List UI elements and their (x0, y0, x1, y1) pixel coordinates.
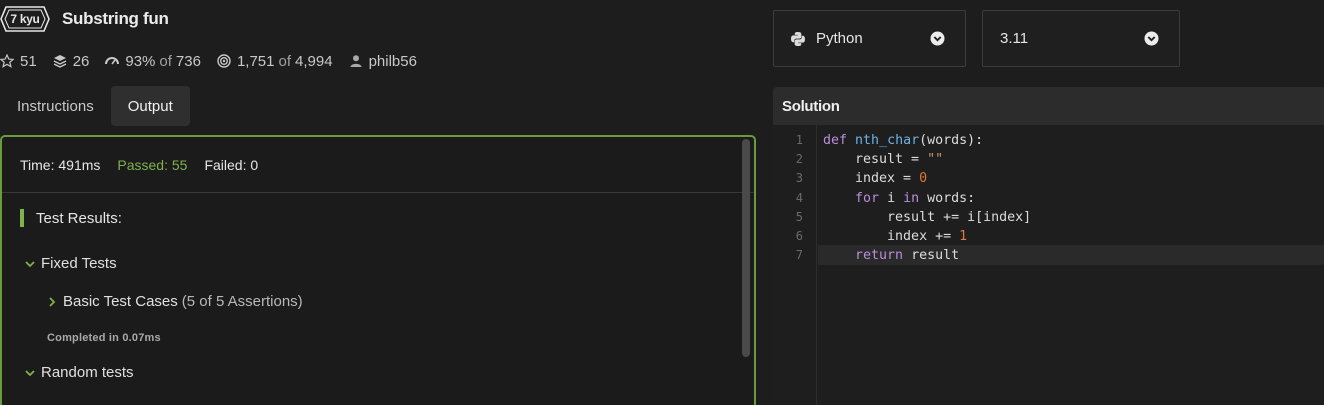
user-icon (349, 54, 363, 68)
layers-icon (53, 54, 67, 68)
python-icon (790, 31, 806, 47)
rank-label: 7 kyu (10, 12, 40, 26)
basic-test-cases-group[interactable]: Basic Test Cases (5 of 5 Assertions) (46, 293, 303, 310)
author-link[interactable]: philb56 (349, 53, 417, 70)
code-line[interactable]: def nth_char(words): (823, 131, 983, 150)
solution-panel: Python 3.11 Solution 1 2 3 4 5 6 7 def n… (771, 0, 1324, 405)
failed-count: Failed: 0 (204, 156, 259, 173)
chevron-circle-down-icon (1144, 31, 1159, 46)
author-name: philb56 (368, 52, 417, 70)
kata-tabs: Instructions Output (0, 86, 190, 126)
collections-count: 26 (72, 52, 90, 70)
chevron-down-icon (24, 258, 36, 270)
output-summary: Time: 491ms Passed: 55 Failed: 0 (2, 137, 754, 193)
random-tests-group[interactable]: Random tests (24, 364, 134, 381)
kata-stats: 51 26 93% of 736 1,751 of 4,994 philb56 (0, 51, 433, 71)
line-number: 2 (795, 152, 803, 166)
code-line[interactable]: result += i[index] (823, 208, 1031, 227)
completed-count: 1,751 (236, 52, 275, 70)
line-number-gutter: 1 2 3 4 5 6 7 (773, 125, 817, 405)
satisfaction-votes: 736 (175, 52, 201, 70)
satisfaction-of-label: of (159, 52, 172, 70)
output-panel: Time: 491ms Passed: 55 Failed: 0 Test Re… (0, 135, 756, 405)
target-icon (217, 54, 231, 68)
code-line[interactable]: return result (823, 246, 959, 265)
line-number: 4 (795, 191, 803, 205)
solution-header: Solution (773, 87, 1324, 125)
line-number: 7 (795, 248, 803, 262)
satisfaction-icon (105, 54, 120, 68)
basic-test-cases-label: Basic Test Cases (63, 293, 178, 310)
satisfaction-rate: 93% (125, 52, 156, 70)
completed-of-label: of (278, 52, 292, 70)
completions-stat: 1,751 of 4,994 (217, 53, 333, 70)
code-line[interactable]: for i in words: (823, 189, 975, 208)
run-time: Time: 491ms (20, 156, 101, 173)
kata-header: 7 kyu Substring fun (0, 6, 169, 32)
code-line[interactable]: index += 1 (823, 227, 967, 246)
tab-output[interactable]: Output (110, 86, 190, 126)
version-select[interactable]: 3.11 (982, 10, 1180, 67)
line-number: 6 (795, 229, 803, 243)
code-line[interactable]: result = "" (823, 150, 943, 169)
completed-time: Completed in 0.07ms (47, 332, 161, 344)
output-scrollbar[interactable] (742, 139, 750, 357)
stars-count: 51 (20, 52, 37, 70)
version-value: 3.11 (1000, 30, 1029, 47)
fixed-tests-group[interactable]: Fixed Tests (24, 255, 117, 272)
chevron-right-icon (46, 296, 58, 308)
collections-stat[interactable]: 26 (53, 52, 90, 70)
random-tests-label: Random tests (41, 364, 134, 381)
chevron-circle-down-icon (930, 31, 945, 46)
attempts-count: 4,994 (295, 52, 333, 70)
assertions-count: (5 of 5 Assertions) (181, 293, 303, 310)
code-line[interactable]: index = 0 (823, 169, 927, 188)
satisfaction-stat: 93% of 736 (105, 53, 201, 70)
language-value: Python (816, 30, 863, 47)
line-number: 3 (795, 171, 803, 185)
chevron-down-icon (24, 367, 36, 379)
fixed-tests-label: Fixed Tests (41, 255, 117, 272)
test-results-heading: Test Results: (20, 209, 122, 227)
rank-badge: 7 kyu (0, 6, 50, 32)
test-results-title: Test Results: (36, 209, 122, 227)
stars-stat[interactable]: 51 (0, 53, 37, 70)
kata-title: Substring fun (62, 9, 169, 28)
language-select[interactable]: Python (773, 10, 966, 67)
star-icon (0, 54, 14, 68)
solution-title: Solution (782, 97, 840, 115)
tab-instructions[interactable]: Instructions (0, 86, 111, 126)
code-editor[interactable]: 1 2 3 4 5 6 7 def nth_char(words): resul… (773, 125, 1324, 405)
line-number: 5 (795, 210, 803, 224)
kata-panel: 7 kyu Substring fun 51 26 93% of 736 1,7… (0, 0, 760, 405)
passed-count: Passed: 55 (117, 156, 188, 173)
line-number: 1 (795, 133, 803, 147)
results-accent-bar (20, 209, 24, 227)
